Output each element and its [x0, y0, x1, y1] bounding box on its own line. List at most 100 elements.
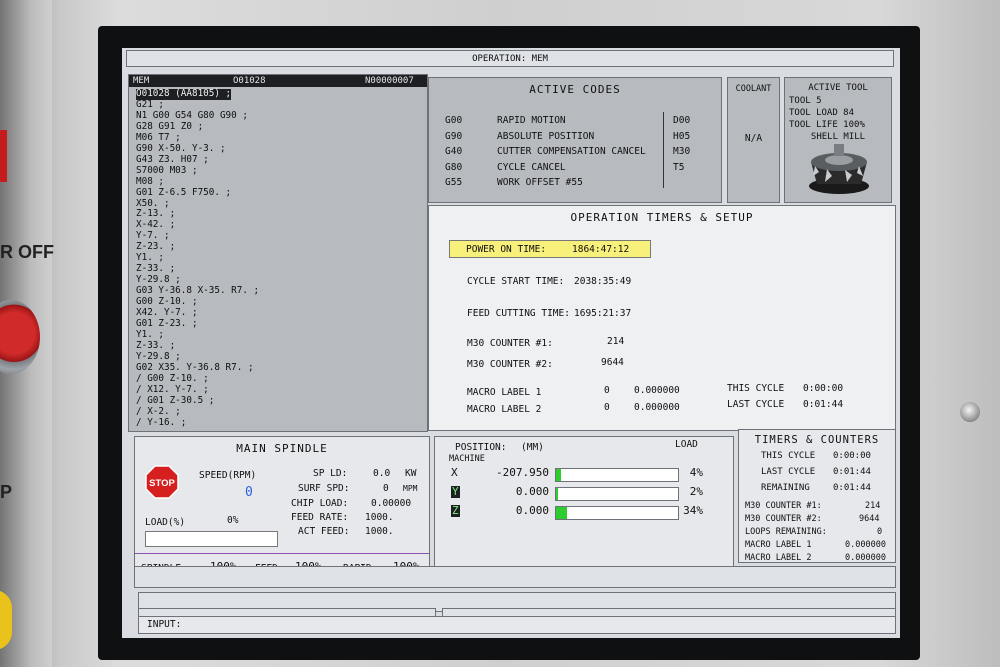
emergency-stop-button[interactable] [0, 300, 40, 374]
sp-ld-unit: KW [405, 468, 417, 479]
operation-bar: OPERATION: MEM [126, 50, 894, 67]
side-label-p: P [0, 482, 13, 502]
input-label: INPUT: [147, 619, 182, 630]
active-code: G40 [445, 146, 463, 157]
tc-macro-1-label: MACRO LABEL 1 [745, 540, 812, 550]
axis-value: -207.950 [496, 466, 549, 479]
sp-ld-label: SP LD: [313, 468, 348, 479]
chip-load-label: CHIP LOAD: [291, 498, 349, 509]
axis-load-text: 34% [683, 504, 703, 517]
program-line[interactable]: X-42. ; [136, 219, 424, 231]
program-line[interactable]: Z-23. ; [136, 241, 424, 253]
power-off-label: R OFF [0, 242, 54, 262]
axis-label: X [451, 466, 458, 479]
stop-sign-icon: STOP [145, 465, 179, 499]
operation-mode-label: OPERATION: MEM [472, 54, 548, 64]
feed-cutting-label: FEED CUTTING TIME: [467, 308, 570, 319]
tool-number: TOOL 5 [789, 96, 822, 106]
power-on-value: 1864:47:12 [572, 244, 630, 255]
tc-this-cycle-value: 0:00:00 [833, 451, 871, 461]
program-number: O01028 [233, 76, 266, 86]
surf-spd-unit: MPM [403, 484, 418, 493]
program-line[interactable]: / G01 Z-30.5 ; [136, 395, 424, 407]
tc-m30-2-value: 9644 [859, 514, 880, 524]
m30-counter-2-value: 9644 [601, 357, 624, 368]
feed-rate-value: 1000. [365, 512, 394, 523]
active-code-desc: RAPID MOTION [497, 115, 566, 126]
message-bar [134, 566, 896, 588]
speed-label: SPEED(RPM) [199, 470, 257, 481]
tc-macro-2-value: 0.000000 [845, 553, 886, 563]
macro-label-2: MACRO LABEL 2 [467, 404, 542, 415]
axis-label: Z [451, 504, 460, 518]
red-indicator-strip [0, 130, 7, 182]
yellow-button[interactable] [0, 590, 12, 650]
active-codes-panel: ACTIVE CODES G00 RAPID MOTION G90 ABSOLUTE … [428, 77, 722, 203]
axis-load-bar [555, 506, 679, 520]
feed-rate-label: FEED RATE: [291, 512, 349, 523]
tc-macro-1-value: 0.000000 [845, 540, 886, 550]
stop-sign-text: STOP [149, 478, 175, 489]
tc-loops-label: LOOPS REMAINING: [745, 527, 827, 537]
program-code-list[interactable]: O01028 (AA8105) ; G21 ; N1 G00 G54 G80 G90… [136, 88, 424, 429]
m30-counter-1-value: 214 [607, 336, 625, 347]
axis-load-fill [556, 507, 567, 519]
load-value: 0% [227, 515, 239, 526]
axis-load-fill [556, 488, 559, 500]
power-on-highlight: POWER ON TIME: 1864:47:12 [449, 240, 651, 258]
program-line[interactable]: X50. ; [136, 198, 424, 210]
program-panel[interactable]: MEM O01028 N00000007 O01028 (AA8105) ; G2… [128, 74, 428, 432]
axis-value: 0.000 [515, 504, 549, 517]
active-code-desc: CUTTER COMPENSATION CANCEL [497, 146, 646, 157]
program-line[interactable]: G01 Z-6.5 F750. ; [136, 187, 424, 199]
axis-load-bar [555, 487, 679, 501]
axis-load-bar [555, 468, 679, 482]
program-line[interactable]: Y1. ; [136, 329, 424, 341]
this-cycle-value: 0:00:00 [803, 383, 844, 394]
cnc-screen: OPERATION: MEM MEM O01028 N00000007 O010… [122, 48, 900, 638]
m30-counter-1-label: M30 COUNTER #1: [467, 338, 553, 349]
program-line[interactable]: Z-13. ; [136, 209, 424, 220]
active-code: G80 [445, 161, 463, 173]
active-codes-title: ACTIVE CODES [529, 83, 621, 96]
override-divider [135, 553, 429, 554]
active-code-desc: CYCLE CANCEL [497, 161, 566, 173]
program-line[interactable]: / Y-16. ; [136, 417, 424, 429]
active-code: G90 [445, 130, 463, 142]
tc-last-cycle-label: LAST CYCLE [761, 467, 816, 477]
program-line[interactable]: M08 ; [136, 176, 424, 188]
tc-this-cycle-label: THIS CYCLE [761, 451, 816, 461]
position-unit: (MM) [521, 442, 544, 453]
program-line[interactable]: Y1. ; [136, 252, 424, 264]
chip-load-value: 0.00000 [371, 498, 412, 509]
active-code-desc: ABSOLUTE POSITION [497, 130, 595, 142]
coolant-panel: COOLANT N/A [727, 77, 780, 203]
program-line[interactable]: G01 Z-23. ; [136, 318, 424, 330]
active-code-desc: WORK OFFSET #55 [497, 177, 583, 188]
program-line[interactable]: Y-7. ; [136, 230, 424, 242]
position-load-label: LOAD [675, 439, 698, 450]
main-spindle-panel: MAIN SPINDLE STOP SPEED(RPM) 0 LOAD(%) 0… [134, 436, 430, 578]
program-line[interactable]: S7000 M03 ; [136, 165, 424, 177]
speed-value: 0 [245, 485, 253, 500]
axis-load-text: 4% [689, 466, 703, 479]
program-line[interactable]: / X-2. ; [136, 406, 424, 418]
shell-mill-icon [809, 144, 869, 194]
coolant-value: N/A [744, 133, 763, 144]
machine-side-panel: R OFF P [0, 0, 54, 667]
macro-label-1-n: 0 [604, 385, 610, 396]
feed-cutting-value: 1695:21:37 [574, 308, 632, 319]
position-panel: POSITION: (MM) LOAD MACHINE X -207.950 4% Y… [434, 436, 734, 578]
axis-load-fill [556, 469, 561, 481]
macro-label-2-value: 0.000000 [634, 402, 680, 413]
tool-life: TOOL LIFE 100% [789, 120, 865, 130]
axis-load-text: 2% [689, 485, 703, 498]
sequence-number: N00000007 [365, 76, 414, 86]
active-tool-title: ACTIVE TOOL [808, 83, 868, 93]
m30-counter-2-label: M30 COUNTER #2: [467, 359, 553, 370]
tc-last-cycle-value: 0:01:44 [833, 467, 871, 477]
timers-counters-panel: TIMERS & COUNTERS THIS CYCLE 0:00:00 LAS… [738, 429, 896, 563]
tc-m30-1-label: M30 COUNTER #1: [745, 501, 822, 511]
input-bar[interactable]: INPUT: [138, 616, 896, 634]
tc-m30-2-label: M30 COUNTER #2: [745, 514, 822, 524]
